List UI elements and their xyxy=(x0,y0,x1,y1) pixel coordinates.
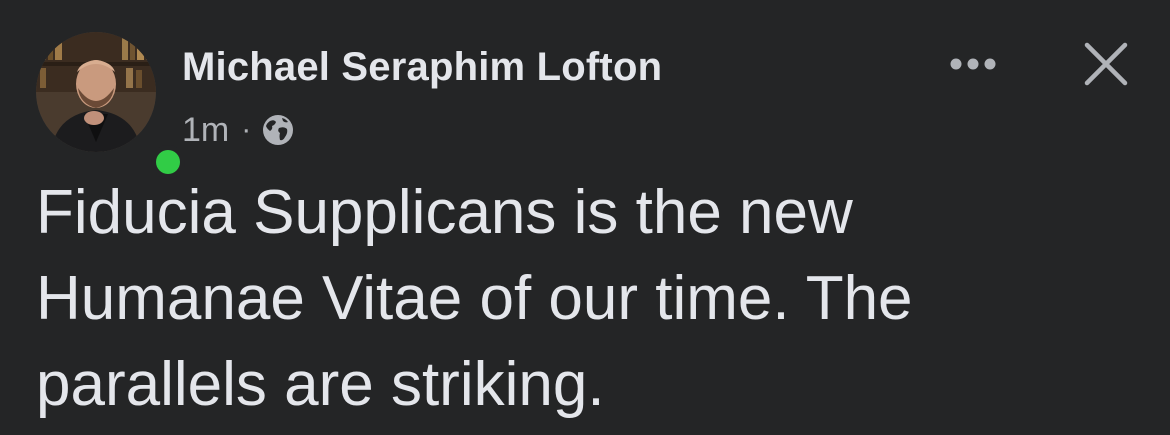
post-meta: 1m · xyxy=(182,108,295,152)
more-options-button[interactable] xyxy=(938,42,1008,86)
globe-icon[interactable] xyxy=(261,113,295,147)
close-button[interactable] xyxy=(1074,32,1138,96)
close-icon xyxy=(1084,42,1128,86)
more-options-icon xyxy=(950,58,996,70)
avatar[interactable] xyxy=(36,32,156,152)
post-body-text: Fiducia Supplicans is the new Humanae Vi… xyxy=(36,178,913,419)
author-avatar-container[interactable] xyxy=(36,32,185,179)
meta-separator: · xyxy=(241,113,252,146)
facebook-post: Michael Seraphim Lofton 1m · Fiducia Sup… xyxy=(0,0,1170,435)
author-name[interactable]: Michael Seraphim Lofton xyxy=(182,45,662,90)
post-timestamp[interactable]: 1m xyxy=(182,111,229,150)
avatar-photo xyxy=(36,32,156,152)
